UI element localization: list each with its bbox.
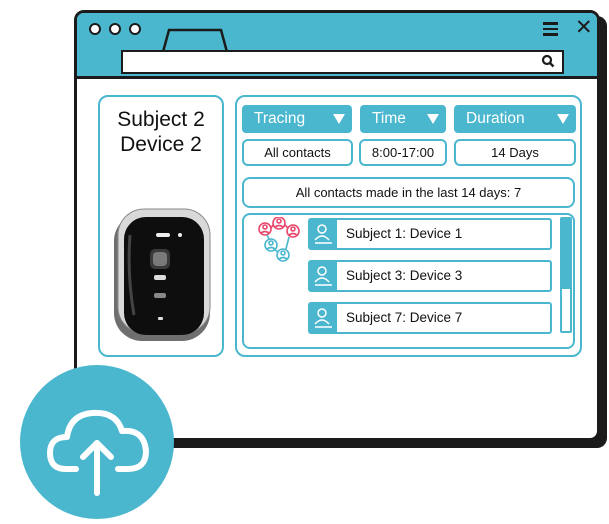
tracing-value: All contacts (242, 139, 353, 166)
tracking-device-image (114, 208, 211, 341)
search-icon[interactable] (541, 54, 555, 68)
window-titlebar: ✕ (77, 13, 597, 79)
scrollbar-thumb[interactable] (562, 219, 570, 289)
subject-title: Subject 2 Device 2 (100, 107, 222, 157)
duration-value: 14 Days (454, 139, 576, 166)
contacts-summary: All contacts made in the last 14 days: 7 (242, 177, 575, 208)
user-icon (310, 220, 337, 248)
user-icon (310, 262, 337, 290)
window-dot-3[interactable] (129, 23, 141, 35)
tracing-dropdown[interactable]: Tracing (242, 105, 352, 133)
contacts-list: Subject 1: Device 1 Subject 3: Device 3 (242, 213, 575, 349)
chevron-down-icon (427, 114, 439, 124)
duration-dropdown-label: Duration (466, 110, 525, 127)
contact-tracing-panel: Tracing Time Duration All contacts 8:00-… (235, 95, 582, 357)
contact-row-1[interactable]: Subject 1: Device 1 (308, 218, 552, 250)
subject-panel: Subject 2 Device 2 (98, 95, 224, 357)
contact-label: Subject 3: Device 3 (346, 268, 463, 283)
contact-row-3[interactable]: Subject 7: Device 7 (308, 302, 552, 334)
contact-label: Subject 7: Device 7 (346, 310, 463, 325)
tracing-dropdown-label: Tracing (254, 110, 306, 127)
contact-row-2[interactable]: Subject 3: Device 3 (308, 260, 552, 292)
user-icon (310, 304, 337, 332)
time-dropdown[interactable]: Time (360, 105, 446, 133)
duration-dropdown[interactable]: Duration (454, 105, 576, 133)
contact-network-icon (258, 217, 300, 262)
contacts-scrollbar[interactable] (560, 217, 572, 333)
cloud-upload-icon (47, 409, 149, 496)
chevron-down-icon (333, 114, 345, 124)
close-icon[interactable]: ✕ (575, 15, 593, 40)
hamburger-icon[interactable] (543, 22, 558, 36)
device-name: Device 2 (120, 133, 202, 156)
contact-label: Subject 1: Device 1 (346, 226, 463, 241)
upload-button[interactable] (20, 365, 174, 519)
subject-name: Subject 2 (117, 108, 205, 131)
time-dropdown-label: Time (372, 110, 406, 127)
window-dot-2[interactable] (109, 23, 121, 35)
chevron-down-icon (557, 114, 569, 124)
window-dot-1[interactable] (89, 23, 101, 35)
time-value: 8:00-17:00 (359, 139, 447, 166)
address-bar[interactable] (121, 50, 564, 74)
